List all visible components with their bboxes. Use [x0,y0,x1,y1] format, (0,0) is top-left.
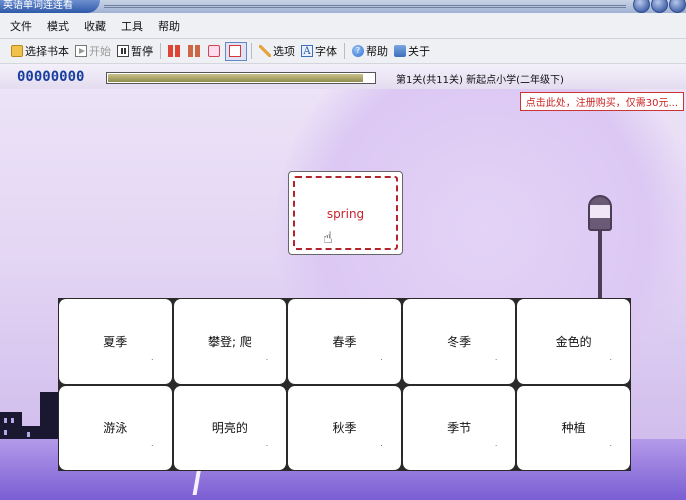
level-info: 第1关(共11关) 新起点小学(二年级下) [396,75,564,86]
building-window [4,418,7,423]
answer-card[interactable]: 冬季 [402,299,516,384]
building-window [4,430,7,435]
play-icon [75,45,87,57]
time-progress-fill [108,74,364,82]
layout-grid-button[interactable] [165,42,185,61]
layout-grid2-button[interactable] [185,42,205,61]
hand-cursor-icon: ☝ [323,228,333,247]
layout-nodes-button[interactable] [225,41,247,61]
window-controls [633,0,686,13]
answer-card[interactable]: 季节 [402,385,516,470]
close-button[interactable] [669,0,686,13]
answer-card[interactable]: 种植 [517,385,630,470]
about-label: 关于 [408,45,430,58]
pause-label: 暂停 [131,45,153,58]
time-progress-bar [106,72,376,84]
answer-card[interactable]: 攀登; 爬 [173,299,287,384]
layout-pin-button[interactable] [205,42,225,61]
grid-layout-alt-icon [188,45,200,57]
building-window [11,418,14,423]
toolbar-separator [251,43,252,59]
help-label: 帮助 [366,45,388,58]
font-button[interactable]: A 字体 [298,42,340,61]
tree-layout-icon [208,45,220,57]
menu-favorites[interactable]: 收藏 [84,18,106,34]
options-label: 选项 [273,45,295,58]
menu-bar: 文件 模式 收藏 工具 帮助 [0,13,686,39]
minimize-button[interactable] [633,0,650,13]
answer-card[interactable]: 秋季 [288,385,401,470]
status-bar: 00000000 第1关(共11关) 新起点小学(二年级下) [0,64,686,89]
pause-button[interactable]: 暂停 [114,42,156,61]
window-title: 英语单词连连看 [0,0,100,13]
help-button[interactable]: ? 帮助 [349,42,391,61]
register-link[interactable]: 点击此处，注册购买，仅需30元... [519,92,684,111]
answer-card[interactable]: 夏季 [59,299,172,384]
font-icon: A [301,45,313,57]
maximize-button[interactable] [651,0,668,13]
wand-icon [259,45,271,57]
current-word: spring [326,207,365,221]
start-button[interactable]: 开始 [72,42,114,61]
toolbar-separator [160,43,161,59]
answer-card[interactable]: 金色的 [517,299,630,384]
answer-grid: 夏季 攀登; 爬 春季 冬季 金色的 游泳 明亮的 秋季 季节 种植 [58,298,631,471]
menu-mode[interactable]: 模式 [47,18,69,34]
menu-help[interactable]: 帮助 [158,18,180,34]
start-label: 开始 [89,45,111,58]
about-button[interactable]: 关于 [391,42,433,61]
toolbar: 选择书本 开始 暂停 选项 A 字体 ? 帮助 关于 [0,39,686,64]
title-bar: 英语单词连连看 [0,0,686,13]
options-button[interactable]: 选项 [256,42,298,61]
pause-icon [117,45,129,57]
select-book-label: 选择书本 [25,45,69,58]
toolbar-separator [344,43,345,59]
menu-file[interactable]: 文件 [10,18,32,34]
lamp-head [588,195,612,231]
menu-tools[interactable]: 工具 [121,18,143,34]
about-icon [394,45,406,57]
current-word-card: spring ☝ [288,171,403,255]
select-book-button[interactable]: 选择书本 [8,42,72,61]
building-window [27,432,30,437]
score-display: 00000000 [17,69,85,85]
network-layout-icon [229,45,241,57]
answer-card[interactable]: 春季 [288,299,401,384]
title-decoration [104,5,626,8]
answer-card[interactable]: 游泳 [59,385,172,470]
answer-card[interactable]: 明亮的 [173,385,287,470]
folder-icon [11,45,23,57]
font-label: 字体 [315,45,337,58]
grid-layout-icon [168,45,180,57]
help-icon: ? [352,45,364,57]
game-area: 点击此处，注册购买，仅需30元... spring ☝ 夏季 攀登; 爬 春季 … [0,89,686,500]
